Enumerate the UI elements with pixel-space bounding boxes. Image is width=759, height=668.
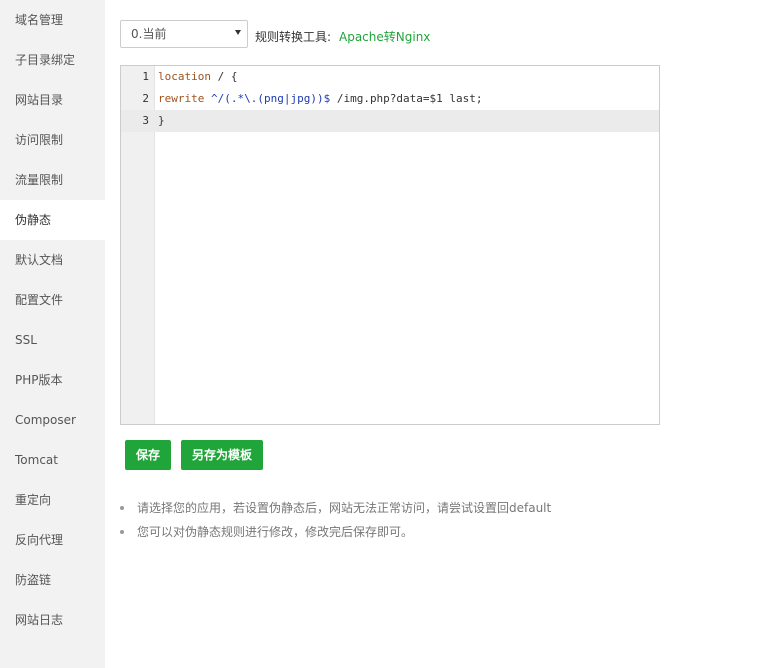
tips-list: 请选择您的应用，若设置伪静态后，网站无法正常访问，请尝试设置回default 您… <box>120 500 551 548</box>
code-rest: } <box>158 114 165 127</box>
code-text: } <box>158 110 165 132</box>
tip-item: 请选择您的应用，若设置伪静态后，网站无法正常访问，请尝试设置回default <box>120 500 551 524</box>
sidebar-item-ssl[interactable]: SSL <box>0 320 105 360</box>
code-keyword: rewrite <box>158 92 205 105</box>
sidebar-item-hotlink-protection[interactable]: 防盗链 <box>0 560 105 600</box>
code-rest: / { <box>210 70 238 83</box>
save-as-template-button[interactable]: 另存为模板 <box>181 440 263 470</box>
sidebar-item-tomcat[interactable]: Tomcat <box>0 440 105 480</box>
code-rest: /img.php?data=$1 last; <box>330 92 483 105</box>
sidebar-item-site-dir[interactable]: 网站目录 <box>0 80 105 120</box>
code-text: location / { <box>158 66 237 88</box>
rule-convert-tool-label: 规则转换工具: <box>255 30 332 44</box>
rewrite-template-select-value: 0.当前 <box>131 27 167 41</box>
editor-line: 2 rewrite ^/(.*\.(png|jpg))$ /img.php?da… <box>121 88 659 110</box>
sidebar-item-traffic-limit[interactable]: 流量限制 <box>0 160 105 200</box>
sidebar-item-domain[interactable]: 域名管理 <box>0 0 105 40</box>
chevron-down-icon <box>235 30 241 35</box>
sidebar-item-subdir-binding[interactable]: 子目录绑定 <box>0 40 105 80</box>
sidebar-item-access-limit[interactable]: 访问限制 <box>0 120 105 160</box>
apache-to-nginx-link[interactable]: Apache转Nginx <box>339 28 430 45</box>
code-keyword: location <box>158 70 211 83</box>
sidebar: 域名管理 子目录绑定 网站目录 访问限制 流量限制 伪静态 默认文档 配置文件 … <box>0 0 105 668</box>
editor-line-active: 3 } <box>121 110 659 132</box>
rewrite-rules-editor[interactable]: 1 location / { 2 rewrite ^/(.*\.(png|jpg… <box>120 65 660 425</box>
line-number: 2 <box>142 92 149 105</box>
sidebar-item-php-version[interactable]: PHP版本 <box>0 360 105 400</box>
sidebar-item-site-log[interactable]: 网站日志 <box>0 600 105 640</box>
line-number: 1 <box>142 70 149 83</box>
sidebar-item-default-doc[interactable]: 默认文档 <box>0 240 105 280</box>
code-regex: ^/(.*\.(png|jpg))$ <box>204 92 331 105</box>
sidebar-item-config-file[interactable]: 配置文件 <box>0 280 105 320</box>
sidebar-item-reverse-proxy[interactable]: 反向代理 <box>0 520 105 560</box>
sidebar-item-rewrite[interactable]: 伪静态 <box>0 200 105 240</box>
rewrite-template-select[interactable]: 0.当前 <box>120 20 248 48</box>
sidebar-item-redirect[interactable]: 重定向 <box>0 480 105 520</box>
line-number: 3 <box>142 114 149 127</box>
code-text: rewrite ^/(.*\.(png|jpg))$ /img.php?data… <box>158 88 483 110</box>
tip-item: 您可以对伪静态规则进行修改，修改完后保存即可。 <box>120 524 551 548</box>
save-button[interactable]: 保存 <box>125 440 171 470</box>
editor-line: 1 location / { <box>121 66 659 88</box>
sidebar-item-composer[interactable]: Composer <box>0 400 105 440</box>
